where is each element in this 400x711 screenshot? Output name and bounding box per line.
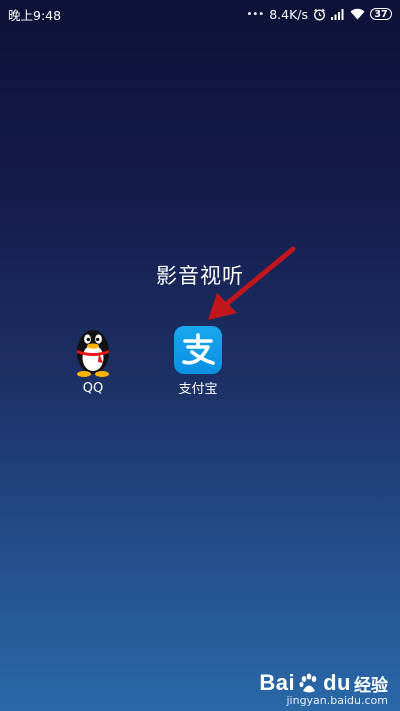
watermark-url: jingyan.baidu.com: [286, 694, 388, 707]
watermark-brand-suffix: du: [323, 670, 351, 695]
watermark-chinese: 经验: [354, 675, 388, 696]
annotation-arrow: [208, 246, 296, 320]
baidu-paw-icon: [299, 673, 317, 693]
watermark-brand: Bai: [259, 670, 296, 695]
baidu-jingyan-watermark: Bai du 经验 jingyan.baidu.com: [259, 670, 388, 707]
